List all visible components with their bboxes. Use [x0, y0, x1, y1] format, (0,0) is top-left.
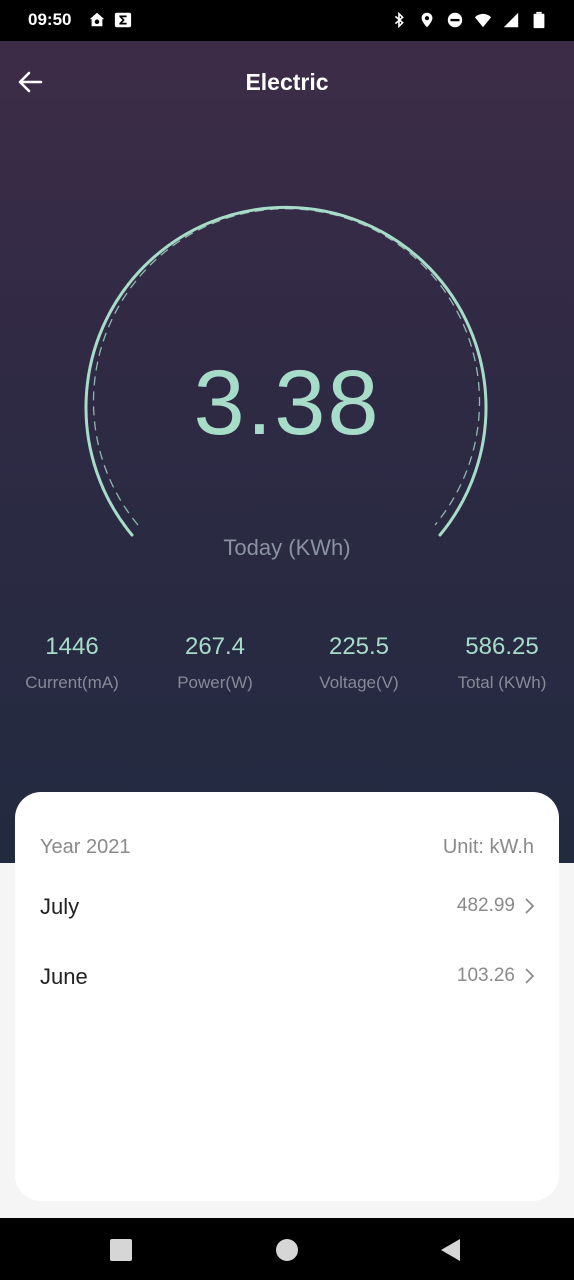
stat-value: 267.4 — [184, 633, 246, 660]
month-row-june[interactable]: June 103.26 — [40, 956, 537, 996]
bluetooth-icon — [394, 11, 404, 29]
status-left-icons — [88, 10, 132, 30]
recents-square-icon[interactable] — [108, 1237, 134, 1263]
month-value: 482.99 — [456, 895, 515, 916]
stat-label: Voltage(V) — [319, 673, 399, 692]
location-icon — [421, 12, 433, 28]
stat-value: 1446 — [45, 633, 99, 660]
wifi-icon — [474, 13, 492, 28]
unit-label: Unit: kW.h — [442, 836, 534, 858]
gauge-dial — [84, 205, 488, 537]
chevron-right-icon — [525, 968, 535, 984]
home-app-icon — [89, 12, 105, 27]
home-circle-icon[interactable] — [274, 1237, 300, 1263]
stat-voltage: 225.5 Voltage(V) — [287, 633, 431, 693]
stat-value: 586.25 — [465, 633, 539, 660]
month-value: 103.26 — [456, 965, 515, 986]
stat-value: 225.5 — [328, 633, 390, 660]
monthly-history-card: Year 2021 Unit: kW.h July 482.99 June 10… — [15, 792, 559, 1201]
navigation-bar — [0, 1218, 574, 1280]
chevron-right-icon — [525, 898, 535, 914]
month-name: June — [40, 964, 88, 989]
stat-label: Current(mA) — [25, 673, 119, 692]
status-bar: 09:50 — [0, 0, 574, 41]
month-name: July — [40, 894, 80, 919]
electric-dashboard-header: Electric 3.38 Today (KWh) 1446 Current(m… — [0, 41, 574, 863]
back-triangle-icon[interactable] — [438, 1237, 464, 1263]
do-not-disturb-icon — [447, 12, 463, 28]
stat-power: 267.4 Power(W) — [143, 633, 287, 693]
today-energy-value: 3.38 — [193, 352, 381, 454]
stat-total: 586.25 Total (KWh) — [430, 633, 574, 693]
status-right-icons — [390, 10, 548, 30]
year-label: Year 2021 — [40, 836, 131, 858]
stat-label: Total (KWh) — [457, 673, 547, 692]
card-header: Year 2021 Unit: kW.h — [40, 836, 534, 862]
sigma-app-icon — [114, 12, 132, 28]
today-energy-label: Today (KWh) — [223, 535, 351, 560]
battery-icon — [533, 11, 545, 29]
status-time: 09:50 — [28, 10, 72, 29]
month-row-july[interactable]: July 482.99 — [40, 886, 537, 926]
cell-signal-icon — [503, 12, 519, 28]
stat-label: Power(W) — [177, 673, 253, 692]
stat-current: 1446 Current(mA) — [0, 633, 144, 693]
